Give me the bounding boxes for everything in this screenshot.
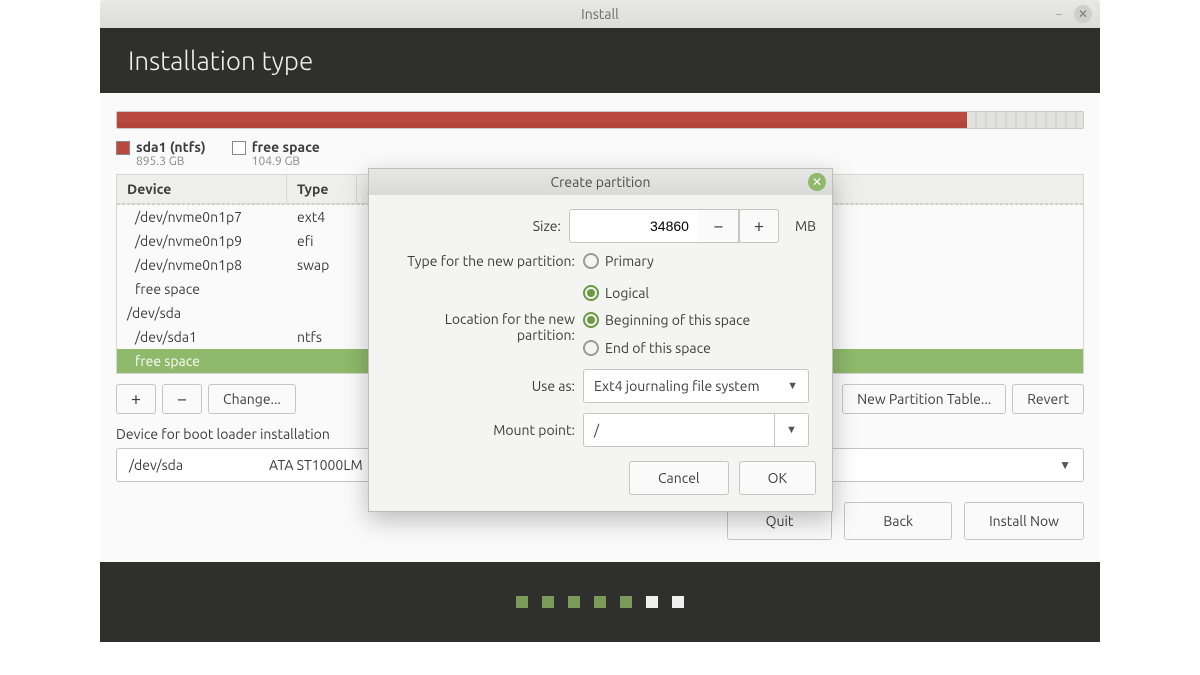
radio-icon bbox=[583, 312, 599, 328]
size-unit: MB bbox=[795, 218, 816, 234]
disk-legend: sda1 (ntfs) 895.3 GB free space 104.9 GB bbox=[116, 139, 1084, 168]
pager-dot[interactable] bbox=[646, 596, 658, 608]
disk-free-segment bbox=[967, 112, 1083, 128]
chevron-down-icon: ▼ bbox=[1059, 458, 1071, 472]
radio-icon bbox=[583, 253, 599, 269]
dialog-title: Create partition bbox=[551, 174, 651, 190]
legend-used-label: sda1 (ntfs) bbox=[136, 139, 206, 155]
use-as-select[interactable]: Ext4 journaling file system ▼ bbox=[583, 369, 809, 403]
size-increment-button[interactable]: + bbox=[739, 209, 779, 243]
legend-free-label: free space bbox=[252, 139, 320, 155]
revert-button[interactable]: Revert bbox=[1012, 384, 1084, 414]
size-input[interactable] bbox=[569, 209, 699, 243]
window-titlebar: Install − ✕ bbox=[100, 0, 1100, 28]
col-type[interactable]: Type bbox=[287, 175, 357, 203]
install-now-button[interactable]: Install Now bbox=[964, 502, 1084, 540]
use-as-label: Use as: bbox=[385, 378, 575, 394]
legend-free-size: 104.9 GB bbox=[252, 155, 320, 168]
back-button[interactable]: Back bbox=[844, 502, 952, 540]
pager-dot[interactable] bbox=[568, 596, 580, 608]
chevron-down-icon: ▼ bbox=[787, 380, 798, 392]
radio-icon bbox=[583, 285, 599, 301]
size-label: Size: bbox=[385, 218, 561, 234]
radio-location-begin[interactable]: Beginning of this space bbox=[583, 312, 750, 328]
chevron-down-icon: ▼ bbox=[786, 424, 797, 436]
pager-dot[interactable] bbox=[620, 596, 632, 608]
close-icon[interactable]: ✕ bbox=[1074, 5, 1092, 23]
dialog-close-icon[interactable]: ✕ bbox=[808, 173, 826, 191]
window-title: Install bbox=[581, 6, 619, 22]
dialog-ok-button[interactable]: OK bbox=[739, 461, 816, 495]
partition-type-label: Type for the new partition: bbox=[385, 253, 575, 269]
mount-point-label: Mount point: bbox=[385, 422, 575, 438]
disk-used-segment bbox=[117, 112, 967, 128]
pager-dot[interactable] bbox=[516, 596, 528, 608]
create-partition-dialog: Create partition ✕ Size: − + MB Type for… bbox=[368, 168, 833, 512]
col-device[interactable]: Device bbox=[117, 175, 287, 203]
radio-logical[interactable]: Logical bbox=[583, 285, 649, 301]
legend-swatch-free bbox=[232, 141, 246, 155]
legend-used-size: 895.3 GB bbox=[136, 155, 206, 168]
minimize-icon[interactable]: − bbox=[1050, 5, 1068, 23]
remove-partition-button[interactable]: − bbox=[162, 384, 202, 414]
radio-location-end[interactable]: End of this space bbox=[583, 340, 711, 356]
pager-dot[interactable] bbox=[672, 596, 684, 608]
wizard-pager bbox=[100, 562, 1100, 642]
radio-icon bbox=[583, 340, 599, 356]
change-partition-button[interactable]: Change... bbox=[208, 384, 296, 414]
page-heading: Installation type bbox=[100, 28, 1100, 93]
size-decrement-button[interactable]: − bbox=[699, 209, 739, 243]
pager-dot[interactable] bbox=[594, 596, 606, 608]
new-partition-table-button[interactable]: New Partition Table... bbox=[842, 384, 1006, 414]
radio-primary[interactable]: Primary bbox=[583, 253, 654, 269]
legend-swatch-used bbox=[116, 141, 130, 155]
add-partition-button[interactable]: + bbox=[116, 384, 156, 414]
mount-point-combo[interactable]: / ▼ bbox=[583, 413, 809, 447]
dialog-cancel-button[interactable]: Cancel bbox=[629, 461, 729, 495]
partition-location-label: Location for the new partition: bbox=[385, 311, 575, 343]
disk-usage-bar bbox=[116, 111, 1084, 129]
pager-dot[interactable] bbox=[542, 596, 554, 608]
